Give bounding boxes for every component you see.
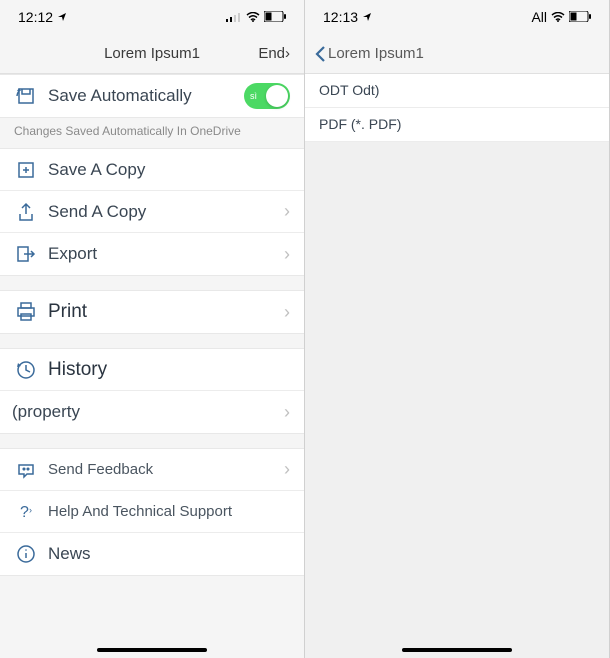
status-bar: 12:12 bbox=[0, 0, 304, 34]
export-row[interactable]: Export › bbox=[0, 233, 304, 275]
svg-text:?: ? bbox=[20, 504, 29, 521]
battery-icon bbox=[569, 9, 591, 25]
wifi-icon bbox=[551, 9, 565, 25]
feedback-row[interactable]: Send Feedback › bbox=[0, 449, 304, 491]
svg-text:›: › bbox=[29, 505, 32, 515]
status-carrier: All bbox=[531, 9, 547, 25]
autosave-label: Save Automatically bbox=[48, 86, 244, 106]
help-label: Help And Technical Support bbox=[48, 503, 290, 520]
location-icon bbox=[57, 9, 67, 25]
print-section: Print › bbox=[0, 290, 304, 334]
nav-back-button[interactable]: Lorem Ipsum1 bbox=[315, 45, 424, 63]
chevron-right-icon: › bbox=[284, 302, 290, 323]
feedback-icon bbox=[14, 458, 38, 482]
nav-bar: Lorem Ipsum1 bbox=[305, 34, 609, 74]
feedback-label: Send Feedback bbox=[48, 461, 284, 478]
option-pdf[interactable]: PDF (*. PDF) bbox=[305, 108, 609, 142]
right-screen: 12:13 All Lorem Ipsum1 ODT Odt) PDF (*. … bbox=[305, 0, 610, 658]
status-bar: 12:13 All bbox=[305, 0, 609, 34]
nav-back-label: Lorem Ipsum1 bbox=[328, 45, 424, 62]
export-label: Export bbox=[48, 244, 284, 264]
autosave-icon bbox=[14, 84, 38, 108]
autosave-row: Save Automatically sì bbox=[0, 75, 304, 117]
chevron-right-icon: › bbox=[284, 402, 290, 423]
export-icon bbox=[14, 242, 38, 266]
toggle-text: sì bbox=[250, 91, 257, 101]
home-indicator[interactable] bbox=[402, 648, 512, 652]
print-label: Print bbox=[48, 301, 284, 323]
history-section: History (property › bbox=[0, 348, 304, 434]
file-section: Save A Copy Send A Copy › Export › bbox=[0, 148, 304, 276]
option-odt-label: ODT Odt) bbox=[319, 82, 379, 98]
print-row[interactable]: Print › bbox=[0, 291, 304, 333]
nav-bar: Lorem Ipsum1 End› bbox=[0, 34, 304, 74]
option-odt[interactable]: ODT Odt) bbox=[305, 74, 609, 108]
save-copy-icon bbox=[14, 158, 38, 182]
property-row[interactable]: (property › bbox=[0, 391, 304, 433]
left-screen: 12:12 Lorem Ipsum1 End› Save Automati bbox=[0, 0, 305, 658]
status-time: 12:13 bbox=[323, 9, 358, 25]
print-icon bbox=[14, 300, 38, 324]
export-options-list: ODT Odt) PDF (*. PDF) bbox=[305, 74, 609, 658]
autosave-toggle[interactable]: sì bbox=[244, 83, 290, 109]
option-pdf-label: PDF (*. PDF) bbox=[319, 116, 401, 132]
signal-icon bbox=[226, 9, 242, 25]
autosave-section: Save Automatically sì bbox=[0, 74, 304, 118]
status-time: 12:12 bbox=[18, 9, 53, 25]
history-icon bbox=[14, 358, 38, 382]
nav-end-button[interactable]: End› bbox=[258, 45, 290, 62]
property-label: (property bbox=[12, 402, 284, 422]
history-row[interactable]: History bbox=[0, 349, 304, 391]
wifi-icon bbox=[246, 9, 260, 25]
chevron-right-icon: › bbox=[284, 459, 290, 480]
send-copy-label: Send A Copy bbox=[48, 202, 284, 222]
help-row[interactable]: ?› Help And Technical Support bbox=[0, 491, 304, 533]
nav-title: Lorem Ipsum1 bbox=[104, 45, 200, 62]
info-icon bbox=[14, 542, 38, 566]
battery-icon bbox=[264, 9, 286, 25]
send-copy-icon bbox=[14, 200, 38, 224]
location-icon bbox=[362, 9, 372, 25]
history-label: History bbox=[48, 359, 290, 381]
support-section: Send Feedback › ?› Help And Technical Su… bbox=[0, 448, 304, 576]
news-row[interactable]: News bbox=[0, 533, 304, 575]
save-copy-label: Save A Copy bbox=[48, 160, 290, 180]
send-copy-row[interactable]: Send A Copy › bbox=[0, 191, 304, 233]
home-indicator[interactable] bbox=[97, 648, 207, 652]
help-icon: ?› bbox=[14, 500, 38, 524]
chevron-right-icon: › bbox=[284, 201, 290, 222]
news-label: News bbox=[48, 544, 290, 564]
chevron-right-icon: › bbox=[284, 244, 290, 265]
autosave-subtext: Changes Saved Automatically In OneDrive bbox=[0, 118, 304, 148]
save-copy-row[interactable]: Save A Copy bbox=[0, 149, 304, 191]
